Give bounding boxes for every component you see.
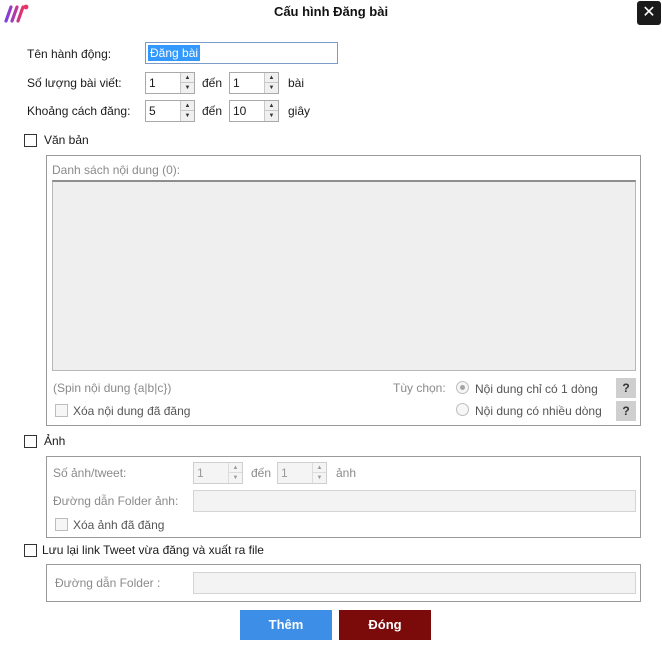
text-section-checkbox[interactable] [24, 134, 37, 147]
interval-unit: giây [288, 104, 311, 118]
help-icon: ? [622, 381, 630, 395]
spin-down-icon[interactable]: ▼ [181, 111, 194, 121]
post-count-from-stepper[interactable]: 1 ▲ ▼ [145, 72, 195, 94]
spin-up-icon[interactable]: ▲ [181, 73, 194, 83]
images-to-stepper[interactable]: 1 ▲ ▼ [277, 462, 327, 484]
add-button-label: Thêm [268, 617, 304, 632]
spin-down-icon[interactable]: ▼ [265, 83, 278, 93]
spin-up-icon[interactable]: ▲ [313, 463, 326, 473]
single-line-radio[interactable] [456, 381, 469, 394]
post-count-from-value: 1 [149, 76, 156, 90]
interval-from-stepper[interactable]: 5 ▲ ▼ [145, 100, 195, 122]
delete-posted-content-label: Xóa nội dung đã đăng [73, 404, 191, 418]
image-folder-label: Đường dẫn Folder ảnh: [53, 494, 179, 508]
post-count-to-label: đến [202, 76, 223, 90]
multi-line-help-button[interactable]: ? [616, 401, 636, 421]
close-icon: ✕ [642, 4, 656, 21]
export-folder-label: Đường dẫn Folder : [55, 576, 161, 590]
delete-posted-images-checkbox[interactable] [55, 518, 68, 531]
spin-down-icon[interactable]: ▼ [313, 473, 326, 483]
post-count-unit: bài [288, 76, 305, 90]
help-icon: ? [622, 404, 630, 418]
interval-from-value: 5 [149, 104, 156, 118]
content-list-label: Danh sách nội dung (0): [52, 163, 181, 177]
action-name-input[interactable]: Đăng bài [145, 42, 338, 64]
spin-up-icon[interactable]: ▲ [265, 73, 278, 83]
close-window-button[interactable]: ✕ [637, 1, 661, 25]
images-per-tweet-label: Số ảnh/tweet: [53, 466, 127, 480]
image-folder-input[interactable] [193, 490, 636, 512]
image-section-checkbox[interactable] [24, 435, 37, 448]
spin-hint: (Spin nội dung {a|b|c}) [53, 381, 172, 395]
spin-down-icon[interactable]: ▼ [181, 83, 194, 93]
content-list[interactable] [52, 180, 636, 371]
spin-up-icon[interactable]: ▲ [229, 463, 242, 473]
title-bar: Cấu hình Đăng bài ✕ [0, 0, 662, 26]
images-from-value: 1 [197, 466, 204, 480]
close-button[interactable]: Đóng [339, 610, 431, 640]
interval-to-stepper[interactable]: 10 ▲ ▼ [229, 100, 279, 122]
images-unit: ảnh [336, 466, 357, 480]
post-count-label: Số lượng bài viết: [27, 76, 122, 90]
post-count-to-value: 1 [233, 76, 240, 90]
images-to-label: đến [251, 466, 272, 480]
delete-posted-images-label: Xóa ảnh đã đăng [73, 518, 165, 532]
post-count-to-stepper[interactable]: 1 ▲ ▼ [229, 72, 279, 94]
single-line-help-button[interactable]: ? [616, 378, 636, 398]
multi-line-radio[interactable] [456, 403, 469, 416]
spin-down-icon[interactable]: ▼ [265, 111, 278, 121]
images-to-value: 1 [281, 466, 288, 480]
add-button[interactable]: Thêm [240, 610, 332, 640]
action-name-label: Tên hành động: [27, 47, 112, 61]
text-section-label: Văn bản [44, 133, 89, 147]
export-links-label: Lưu lại link Tweet vừa đăng và xuất ra f… [42, 543, 264, 557]
images-from-stepper[interactable]: 1 ▲ ▼ [193, 462, 243, 484]
single-line-label: Nội dung chỉ có 1 dòng [475, 382, 598, 396]
image-section-label: Ảnh [44, 434, 66, 448]
delete-posted-content-checkbox[interactable] [55, 404, 68, 417]
spin-up-icon[interactable]: ▲ [265, 101, 278, 111]
close-button-label: Đóng [368, 617, 402, 632]
export-links-checkbox[interactable] [24, 544, 37, 557]
spin-down-icon[interactable]: ▼ [229, 473, 242, 483]
action-name-value: Đăng bài [148, 45, 201, 61]
interval-to-value: 10 [233, 104, 247, 118]
interval-label: Khoảng cách đăng: [27, 104, 131, 118]
interval-to-label: đến [202, 104, 223, 118]
options-label: Tùy chọn: [393, 381, 446, 395]
spin-up-icon[interactable]: ▲ [181, 101, 194, 111]
export-folder-input[interactable] [193, 572, 636, 594]
window-title: Cấu hình Đăng bài [273, 4, 389, 19]
multi-line-label: Nội dung có nhiều dòng [475, 404, 602, 418]
